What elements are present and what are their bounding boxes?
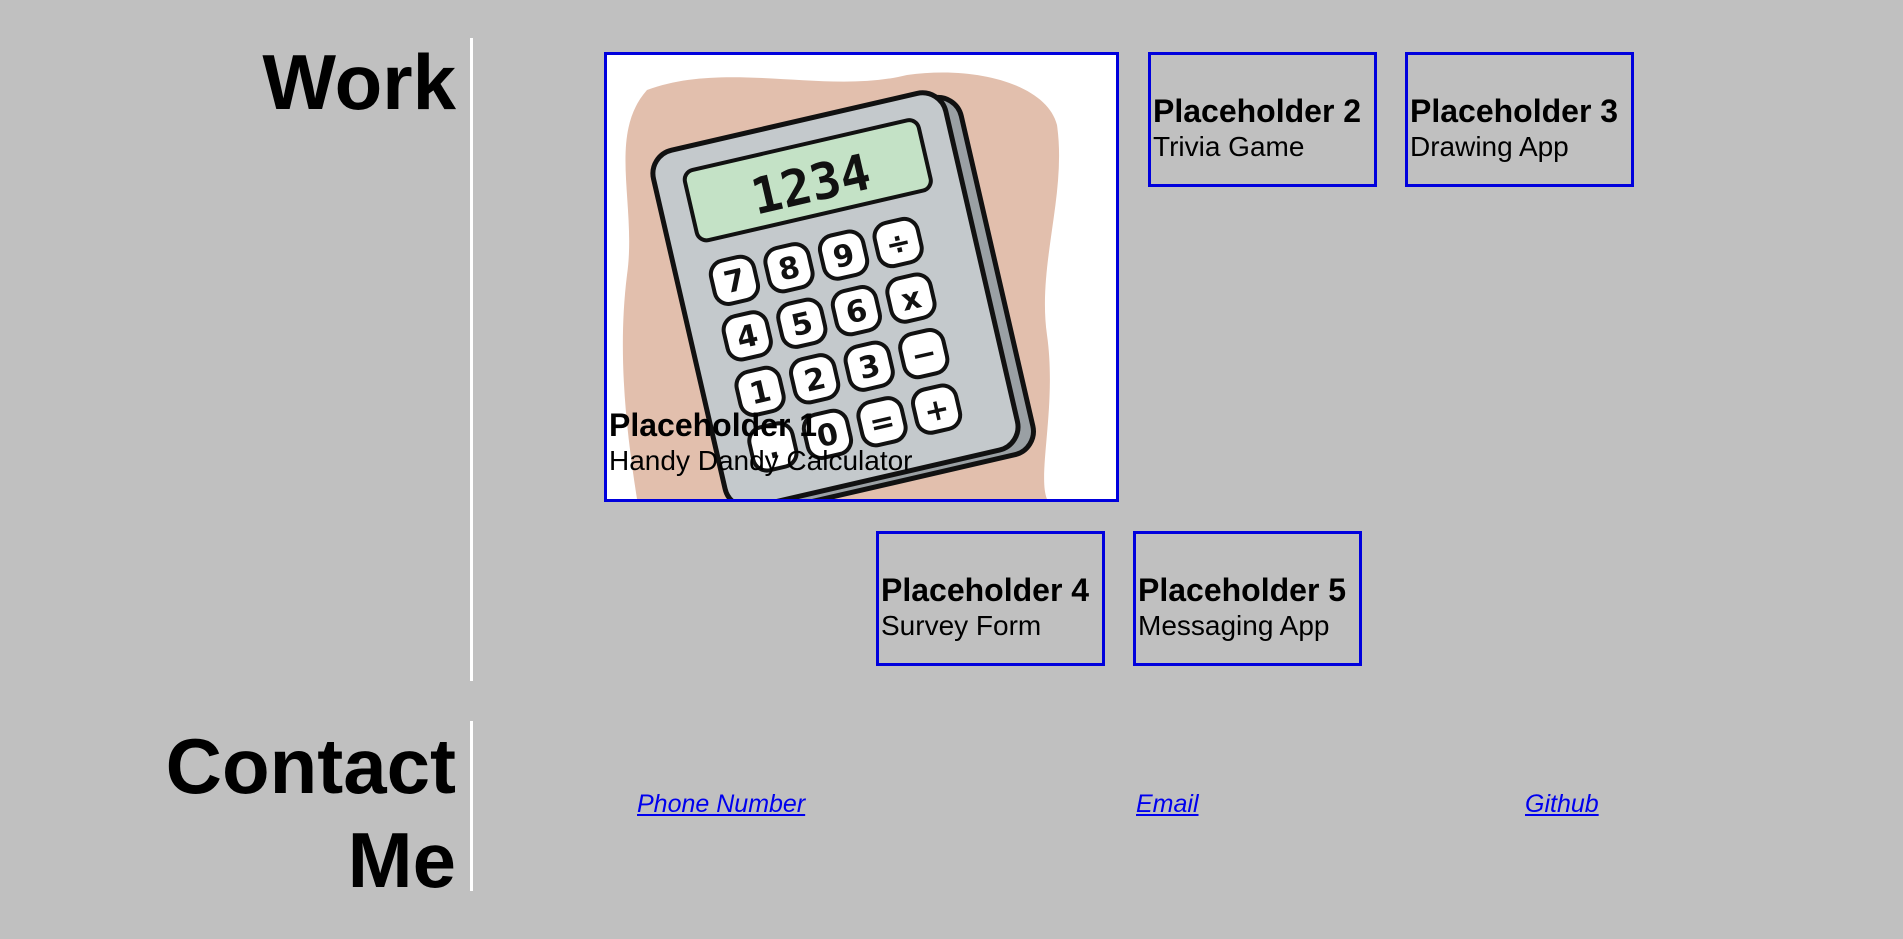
project-name: Placeholder 1 bbox=[609, 407, 818, 443]
project-card-4[interactable]: Placeholder 4 Survey Form bbox=[876, 531, 1105, 666]
project-card-4-text: Placeholder 4 Survey Form bbox=[881, 572, 1089, 644]
project-card-2[interactable]: Placeholder 2 Trivia Game bbox=[1148, 52, 1377, 187]
work-section-divider bbox=[470, 38, 473, 681]
phone-number-link[interactable]: Phone Number bbox=[637, 790, 805, 819]
project-card-3-text: Placeholder 3 Drawing App bbox=[1410, 93, 1618, 165]
project-name: Placeholder 3 bbox=[1410, 93, 1619, 129]
project-description: Handy Dandy Calculator bbox=[609, 445, 913, 476]
email-link[interactable]: Email bbox=[1136, 790, 1199, 819]
project-name: Placeholder 4 bbox=[881, 572, 1090, 608]
project-description: Trivia Game bbox=[1153, 131, 1305, 162]
project-description: Drawing App bbox=[1410, 131, 1569, 162]
project-name: Placeholder 5 bbox=[1138, 572, 1347, 608]
work-section-title: Work bbox=[262, 38, 456, 126]
contact-section-title: Contact Me bbox=[165, 722, 456, 904]
project-card-2-text: Placeholder 2 Trivia Game bbox=[1153, 93, 1361, 165]
project-description: Survey Form bbox=[881, 610, 1042, 641]
project-card-5-text: Placeholder 5 Messaging App bbox=[1138, 572, 1346, 644]
github-link[interactable]: Github bbox=[1525, 790, 1599, 819]
project-card-5[interactable]: Placeholder 5 Messaging App bbox=[1133, 531, 1362, 666]
project-card-1-text: Placeholder 1 Handy Dandy Calculator bbox=[609, 407, 913, 479]
project-card-1[interactable]: 1234 7 8 9 ÷ 4 5 6 x 1 2 3 − . 0 = + Pla… bbox=[604, 52, 1119, 502]
project-card-3[interactable]: Placeholder 3 Drawing App bbox=[1405, 52, 1634, 187]
project-name: Placeholder 2 bbox=[1153, 93, 1362, 129]
project-description: Messaging App bbox=[1138, 610, 1330, 641]
contact-section-divider bbox=[470, 721, 473, 891]
